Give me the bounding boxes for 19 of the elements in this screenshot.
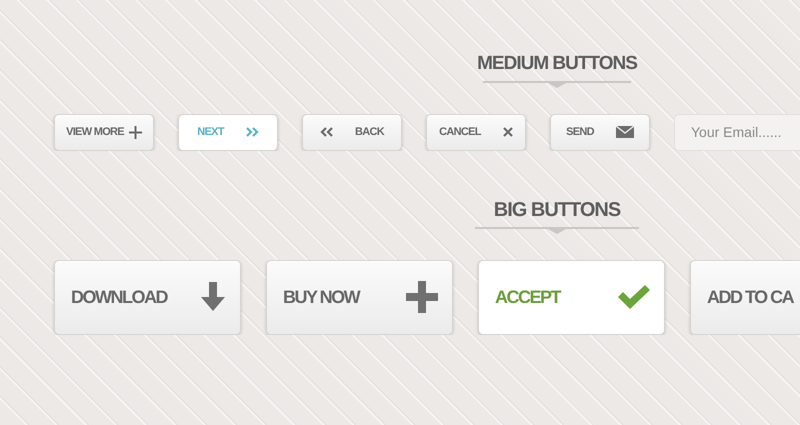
buy-now-button[interactable]: BUY NOW <box>266 260 453 335</box>
back-button[interactable]: BACK <box>302 114 402 151</box>
send-button[interactable]: SEND <box>550 114 650 151</box>
checkmark-icon <box>618 285 650 310</box>
double-chevron-left-icon <box>320 127 333 138</box>
add-to-cart-button[interactable]: ADD TO CA <box>690 260 800 335</box>
download-button[interactable]: DOWNLOAD <box>54 260 241 335</box>
down-arrow-icon <box>200 282 226 312</box>
double-chevron-right-icon <box>246 127 259 138</box>
accept-button[interactable]: ACCEPT <box>478 260 665 335</box>
section-heading: BIG BUTTONS <box>494 198 620 223</box>
cancel-button[interactable]: CANCEL <box>426 114 526 151</box>
close-icon <box>502 127 513 138</box>
plus-icon <box>128 126 142 139</box>
plus-icon <box>406 281 438 314</box>
view-more-button[interactable]: VIEW MORE <box>54 114 154 151</box>
section-heading: MEDIUM BUTTONS <box>477 52 637 76</box>
envelope-icon <box>616 126 634 138</box>
email-field[interactable]: Your Email...... <box>674 114 800 151</box>
